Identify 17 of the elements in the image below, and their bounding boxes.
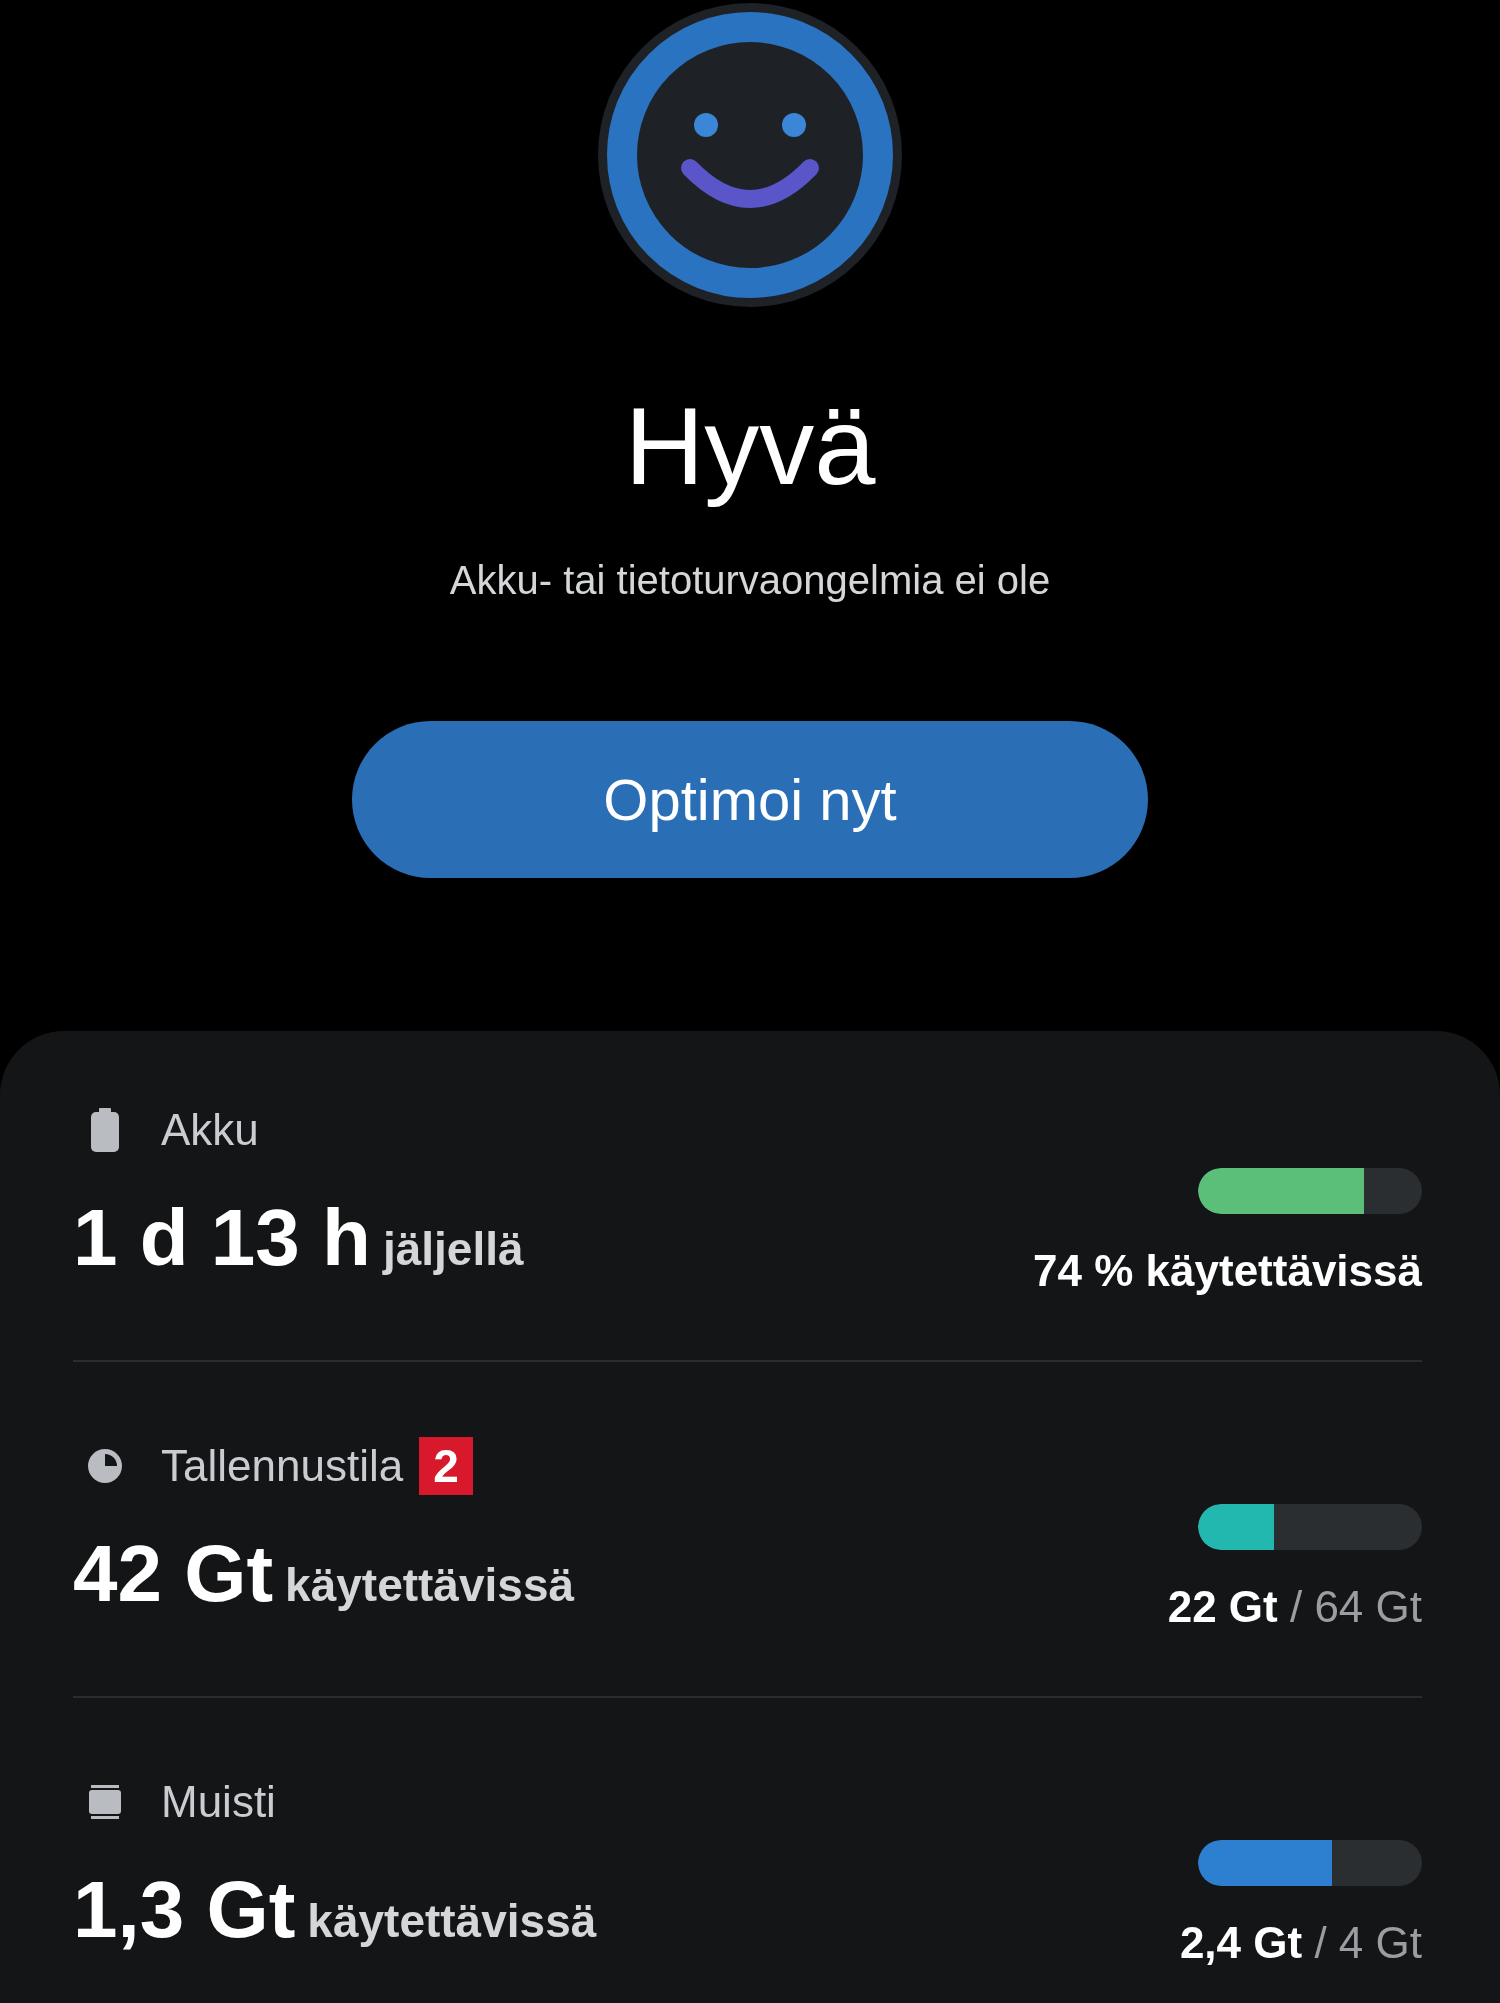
status-title: Hyvä [624, 383, 876, 509]
status-subtitle: Akku- tai tietoturvaongelmia ei ole [449, 557, 1051, 604]
item-label: Muisti [161, 1776, 276, 1827]
item-label: Tallennustila [161, 1440, 404, 1491]
item-label: Akku [161, 1104, 259, 1155]
value-suffix: käytettävissä [285, 1558, 575, 1613]
item-value: 42 Gt [73, 1528, 274, 1620]
usage-reading: 22 Gt / 64 Gt [1167, 1581, 1422, 1633]
count-badge: 2 [419, 1436, 473, 1495]
item-value: 1,3 Gt [73, 1864, 296, 1956]
value-suffix: jäljellä [382, 1222, 524, 1277]
smiley-face-icon [595, 0, 905, 310]
value-suffix: käytettävissä [307, 1894, 597, 1949]
usage-reading: 74 % käytettävissä [1033, 1245, 1422, 1297]
optimize-button[interactable]: Optimoi nyt [352, 721, 1148, 878]
usage-reading: 2,4 Gt / 4 Gt [1179, 1917, 1422, 1969]
item-value: 1 d 13 h [73, 1192, 371, 1284]
